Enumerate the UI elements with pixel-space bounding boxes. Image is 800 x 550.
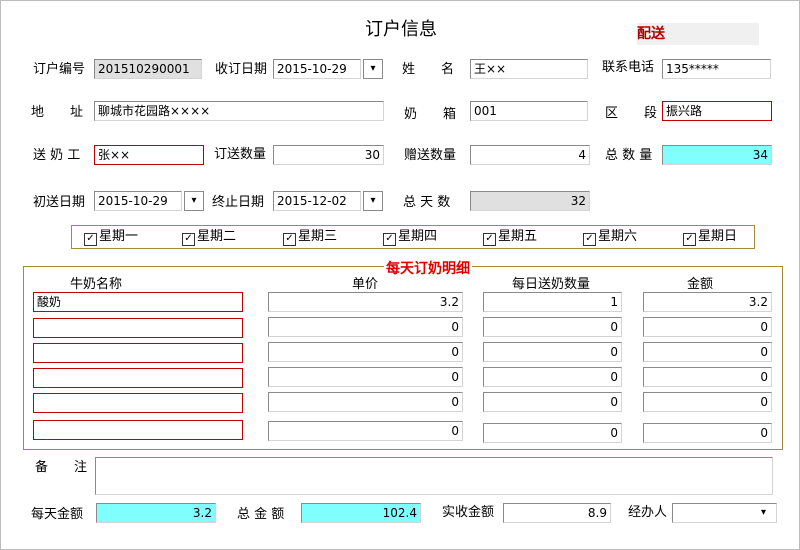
total-amount-label: 总 金 额 — [237, 507, 285, 522]
weekday-label: 星期五 — [498, 229, 538, 244]
milk-name-field[interactable] — [33, 368, 243, 388]
weekday-label: 星期六 — [598, 229, 638, 244]
daily-order-detail-group: 每天订奶明细 牛奶名称 单价 每日送奶数量 金额 酸奶 3.2 1 3.2 0 … — [23, 258, 783, 450]
gift-qty-field[interactable]: 4 — [470, 145, 590, 165]
checkmark-icon: ✓ — [583, 233, 596, 246]
order-form-window: { "title": "订户信息", "tag": "配送", "labels"… — [0, 0, 800, 550]
total-qty-label: 总 数 量 — [605, 148, 653, 163]
weekday-wed-checkbox[interactable]: ✓ 星期三 — [283, 230, 337, 246]
milk-name-field[interactable] — [33, 318, 243, 338]
col-header-qty: 每日送奶数量 — [512, 277, 591, 292]
price-field[interactable]: 0 — [268, 317, 463, 337]
amount-field[interactable]: 0 — [643, 392, 772, 412]
weekday-label: 星期四 — [398, 229, 438, 244]
weekday-tue-checkbox[interactable]: ✓ 星期二 — [182, 230, 236, 246]
amount-field[interactable]: 0 — [643, 423, 772, 443]
qty-field[interactable]: 0 — [483, 423, 622, 443]
weekday-mon-checkbox[interactable]: ✓ 星期一 — [84, 230, 138, 246]
qty-field[interactable]: 0 — [483, 392, 622, 412]
district-field[interactable]: 振兴路 — [662, 101, 772, 121]
checkmark-icon: ✓ — [182, 233, 195, 246]
chevron-down-icon: ▾ — [191, 195, 197, 206]
handler-label: 经办人 — [628, 505, 668, 520]
milk-box-label: 奶 箱 — [404, 107, 457, 122]
weekday-thu-checkbox[interactable]: ✓ 星期四 — [383, 230, 437, 246]
checkmark-icon: ✓ — [283, 233, 296, 246]
qty-field[interactable]: 0 — [483, 367, 622, 387]
qty-field[interactable]: 0 — [483, 342, 622, 362]
amount-field[interactable]: 0 — [643, 367, 772, 387]
name-field[interactable]: 王×× — [470, 59, 588, 79]
price-field[interactable]: 0 — [268, 367, 463, 387]
total-days-label: 总 天 数 — [403, 195, 451, 210]
weekday-label: 星期二 — [197, 229, 237, 244]
total-qty-field[interactable]: 34 — [662, 145, 772, 165]
order-date-dropdown[interactable]: ▾ — [363, 59, 383, 79]
price-field[interactable]: 0 — [268, 342, 463, 362]
order-date-field[interactable]: 2015-10-29 — [273, 59, 361, 79]
daily-amount-label: 每天金额 — [31, 507, 84, 522]
name-label: 姓 名 — [402, 62, 455, 77]
checkmark-icon: ✓ — [683, 233, 696, 246]
qty-field[interactable]: 0 — [483, 317, 622, 337]
checkmark-icon: ✓ — [483, 233, 496, 246]
col-header-milk-name: 牛奶名称 — [70, 277, 123, 292]
paid-amount-field[interactable]: 8.9 — [503, 503, 611, 523]
milk-name-field[interactable] — [33, 420, 243, 440]
col-header-amount: 金额 — [687, 277, 714, 292]
checkmark-icon: ✓ — [383, 233, 396, 246]
courier-field[interactable]: 张×× — [94, 145, 204, 165]
end-date-field[interactable]: 2015-12-02 — [273, 191, 361, 211]
milk-name-field[interactable] — [33, 343, 243, 363]
weekday-label: 星期一 — [99, 229, 139, 244]
gift-qty-label: 赠送数量 — [404, 148, 457, 163]
order-qty-field[interactable]: 30 — [273, 145, 384, 165]
start-date-label: 初送日期 — [33, 195, 86, 210]
delivery-tag: 配送 — [637, 23, 759, 45]
subscriber-no-field[interactable]: 201510290001 — [94, 59, 202, 79]
price-field[interactable]: 0 — [268, 421, 463, 441]
weekday-label: 星期三 — [298, 229, 338, 244]
subscriber-no-label: 订户编号 — [33, 62, 86, 77]
phone-label: 联系电话 — [602, 60, 655, 75]
notes-label: 备 注 — [35, 460, 88, 475]
milk-name-field[interactable] — [33, 393, 243, 413]
courier-label: 送 奶 工 — [33, 148, 81, 163]
order-qty-label: 订送数量 — [214, 147, 267, 162]
col-header-price: 单价 — [352, 277, 379, 292]
weekday-sun-checkbox[interactable]: ✓ 星期日 — [683, 230, 737, 246]
amount-field[interactable]: 0 — [643, 342, 772, 362]
start-date-field[interactable]: 2015-10-29 — [94, 191, 182, 211]
amount-field[interactable]: 3.2 — [643, 292, 772, 312]
paid-amount-label: 实收金额 — [442, 505, 495, 520]
qty-field[interactable]: 1 — [483, 292, 622, 312]
address-label: 地 址 — [31, 105, 84, 120]
detail-title: 每天订奶明细 — [384, 258, 472, 278]
start-date-dropdown[interactable]: ▾ — [184, 191, 204, 211]
amount-field[interactable]: 0 — [643, 317, 772, 337]
weekday-label: 星期日 — [698, 229, 738, 244]
end-date-dropdown[interactable]: ▾ — [363, 191, 383, 211]
weekday-fri-checkbox[interactable]: ✓ 星期五 — [483, 230, 537, 246]
total-amount-field[interactable]: 102.4 — [301, 503, 421, 523]
milk-box-field[interactable]: 001 — [470, 101, 588, 121]
phone-field[interactable]: 135***** — [662, 59, 771, 79]
notes-textarea[interactable] — [95, 457, 773, 495]
price-field[interactable]: 0 — [268, 392, 463, 412]
chevron-down-icon: ▾ — [761, 507, 767, 518]
chevron-down-icon: ▾ — [370, 63, 376, 74]
address-field[interactable]: 聊城市花园路×××× — [94, 101, 384, 121]
weekday-group: ✓ 星期一 ✓ 星期二 ✓ 星期三 ✓ 星期四 ✓ 星期五 ✓ 星期六 ✓ 星期日 — [71, 225, 755, 249]
price-field[interactable]: 3.2 — [268, 292, 463, 312]
milk-name-field[interactable]: 酸奶 — [33, 292, 243, 312]
end-date-label: 终止日期 — [212, 195, 265, 210]
weekday-sat-checkbox[interactable]: ✓ 星期六 — [583, 230, 637, 246]
chevron-down-icon: ▾ — [370, 195, 376, 206]
daily-amount-field[interactable]: 3.2 — [96, 503, 216, 523]
district-label: 区 段 — [605, 106, 658, 121]
order-date-label: 收订日期 — [215, 62, 268, 77]
total-days-field[interactable]: 32 — [470, 191, 590, 211]
checkmark-icon: ✓ — [84, 233, 97, 246]
